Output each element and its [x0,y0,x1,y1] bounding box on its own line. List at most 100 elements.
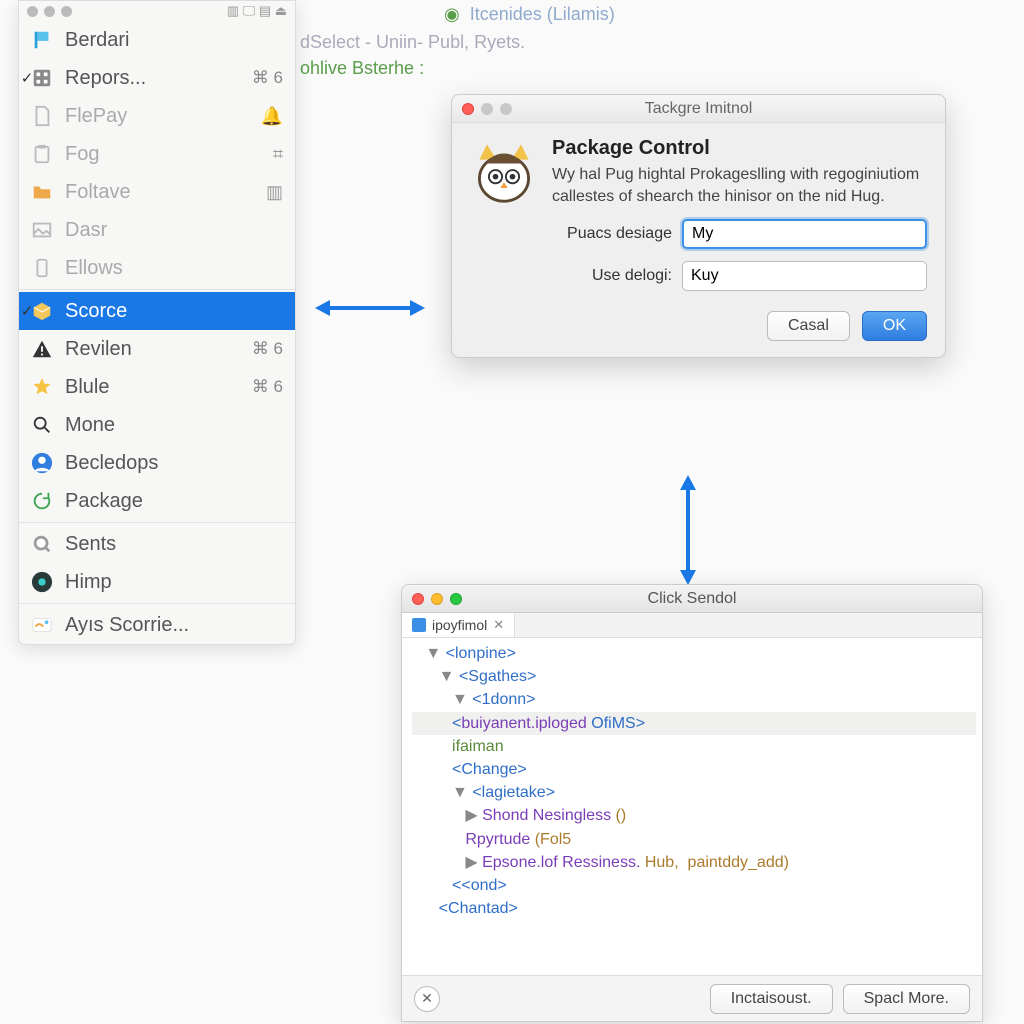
tab-close-icon[interactable]: ✕ [493,617,504,633]
tab-bar: ipoyfimol ✕ [402,613,982,638]
spacl-more-button[interactable]: Spacl More. [843,984,970,1014]
menu-item-berdari[interactable]: Berdari [19,21,295,59]
keypad-icon: ⌗ [273,144,283,165]
menu-label: Ellows [65,257,283,280]
cancel-button[interactable]: Casal [767,311,850,341]
menu-divider [19,522,295,523]
dialog-description: Wy hal Pug hightal Prokageslling with re… [552,164,927,207]
editor-line-1: ◉ Itcenides (Lilamis) [444,4,615,25]
tree-row[interactable]: <Chantad> [412,897,976,920]
menu-shortcut: ⌘ 6 [252,68,283,88]
ok-button[interactable]: OK [862,311,927,341]
device-icon [31,257,53,279]
menu-label: Revilen [65,338,240,361]
menu-label: Ayıs Scorrie... [65,614,283,637]
field-label-use-delogi: Use delogi: [552,267,672,285]
window-title-text: Click Sendol [648,590,737,608]
menu-shortcut: ⌘ 6 [252,339,283,359]
menu-label: Dasr [65,219,283,242]
menu-item-sents[interactable]: Sents [19,525,295,563]
inctaisoust-button[interactable]: Inctaisoust. [710,984,833,1014]
document-icon [31,105,53,127]
menu-label: Himp [65,571,283,594]
editor-line-2: dSelect - Uniin- Publ, Ryets. [300,32,525,53]
menu-item-flepay[interactable]: FlePay 🔔 [19,97,295,135]
menu-item-foltave[interactable]: Foltave ▥ [19,173,295,211]
arrow-double-vertical-icon [668,470,708,590]
dialog-titlebar[interactable]: Tackgre Imitnol [452,95,945,123]
sidebar-menu: ▥ 🖵 ▤ ⏏ Berdari ✓ Repors... ⌘ 6 FlePay 🔔… [18,0,296,645]
user-icon [31,452,53,474]
code-tree[interactable]: ▼ <lonpine> ▼ <Sgathes> ▼ <1donn> <buiya… [402,638,982,940]
menu-label: Foltave [65,181,254,204]
menu-shortcut: ⌘ 6 [252,377,283,397]
use-delogi-input[interactable] [682,261,927,291]
bell-icon: 🔔 [261,106,283,127]
node-icon [31,571,53,593]
traffic-min-icon[interactable] [481,103,493,115]
flag-icon [31,29,53,51]
menu-label: Berdari [65,29,283,52]
traffic-min-icon[interactable] [44,6,55,17]
refresh-icon [31,490,53,512]
tree-row[interactable]: ▼ <1donn> [412,688,976,711]
menu-divider [19,603,295,604]
menu-item-blule[interactable]: Blule ⌘ 6 [19,368,295,406]
search-grey-icon [31,533,53,555]
menu-item-mone[interactable]: Mone [19,406,295,444]
click-sendol-window: Click Sendol ipoyfimol ✕ ▼ <lonpine> ▼ <… [401,584,983,1022]
menu-item-package[interactable]: Package [19,482,295,520]
traffic-close-icon[interactable] [27,6,38,17]
tree-row[interactable]: ▼ <Sgathes> [412,665,976,688]
menu-item-ayis-scorrie[interactable]: Ayıs Scorrie... [19,606,295,644]
checkmark-icon: ✓ [17,69,37,87]
tree-row[interactable]: ▶ Epsone.lof Ressiness. Hub, paintddy_ad… [412,851,976,874]
owl-mascot-icon [470,137,538,205]
image-icon [31,219,53,241]
tree-row[interactable]: ▼ <lagietake> [412,781,976,804]
menu-item-repors[interactable]: ✓ Repors... ⌘ 6 [19,59,295,97]
menu-item-dasr[interactable]: Dasr [19,211,295,249]
menu-label: FlePay [65,105,249,128]
menu-item-becledops[interactable]: Becledops [19,444,295,482]
footer-round-button[interactable]: ✕ [414,986,440,1012]
menu-label: Sents [65,533,283,556]
tree-row[interactable]: <Change> [412,758,976,781]
window-titlebar[interactable]: Click Sendol [402,585,982,613]
puacs-desiage-input[interactable] [682,219,927,249]
traffic-min-icon[interactable] [431,593,443,605]
tree-row[interactable]: <buiyanent.iploged OfiMS> [412,712,976,735]
menu-item-fog[interactable]: Fog ⌗ [19,135,295,173]
menu-label: Mone [65,414,283,437]
window-footer: ✕ Inctaisoust. Spacl More. [402,975,982,1021]
menu-item-revilen[interactable]: Revilen ⌘ 6 [19,330,295,368]
menu-label: Scorce [65,300,283,323]
tree-row[interactable]: <<ond> [412,874,976,897]
folder-icon [31,181,53,203]
menu-label: Becledops [65,452,283,475]
tree-row[interactable]: ▶ Shond Nesingless () [412,804,976,827]
traffic-max-icon[interactable] [61,6,72,17]
checkmark-icon: ✓ [17,302,37,320]
star-icon [31,376,53,398]
file-type-icon [412,618,426,632]
tab-ipoyfimol[interactable]: ipoyfimol ✕ [402,613,515,637]
menu-item-scorce[interactable]: ✓ Scorce [19,292,295,330]
traffic-max-icon[interactable] [450,593,462,605]
barcode-icon: ▥ [266,182,283,203]
menu-item-himp[interactable]: Himp [19,563,295,601]
menu-divider [19,289,295,290]
search-icon [31,414,53,436]
tree-row[interactable]: Rpyrtude (Fol5 [412,828,976,851]
package-control-dialog: Tackgre Imitnol Package Control Wy hal P… [451,94,946,358]
tree-row[interactable]: ▼ <lonpine> [412,642,976,665]
dialog-title-text: Tackgre Imitnol [645,100,753,118]
tree-row[interactable]: ifaiman [412,735,976,758]
traffic-close-icon[interactable] [412,593,424,605]
traffic-close-icon[interactable] [462,103,474,115]
warning-icon [31,338,53,360]
menu-label: Fog [65,143,261,166]
traffic-max-icon[interactable] [500,103,512,115]
menu-item-ellows[interactable]: Ellows [19,249,295,287]
editor-line-3: ohlive Bsterhe : [300,58,424,79]
